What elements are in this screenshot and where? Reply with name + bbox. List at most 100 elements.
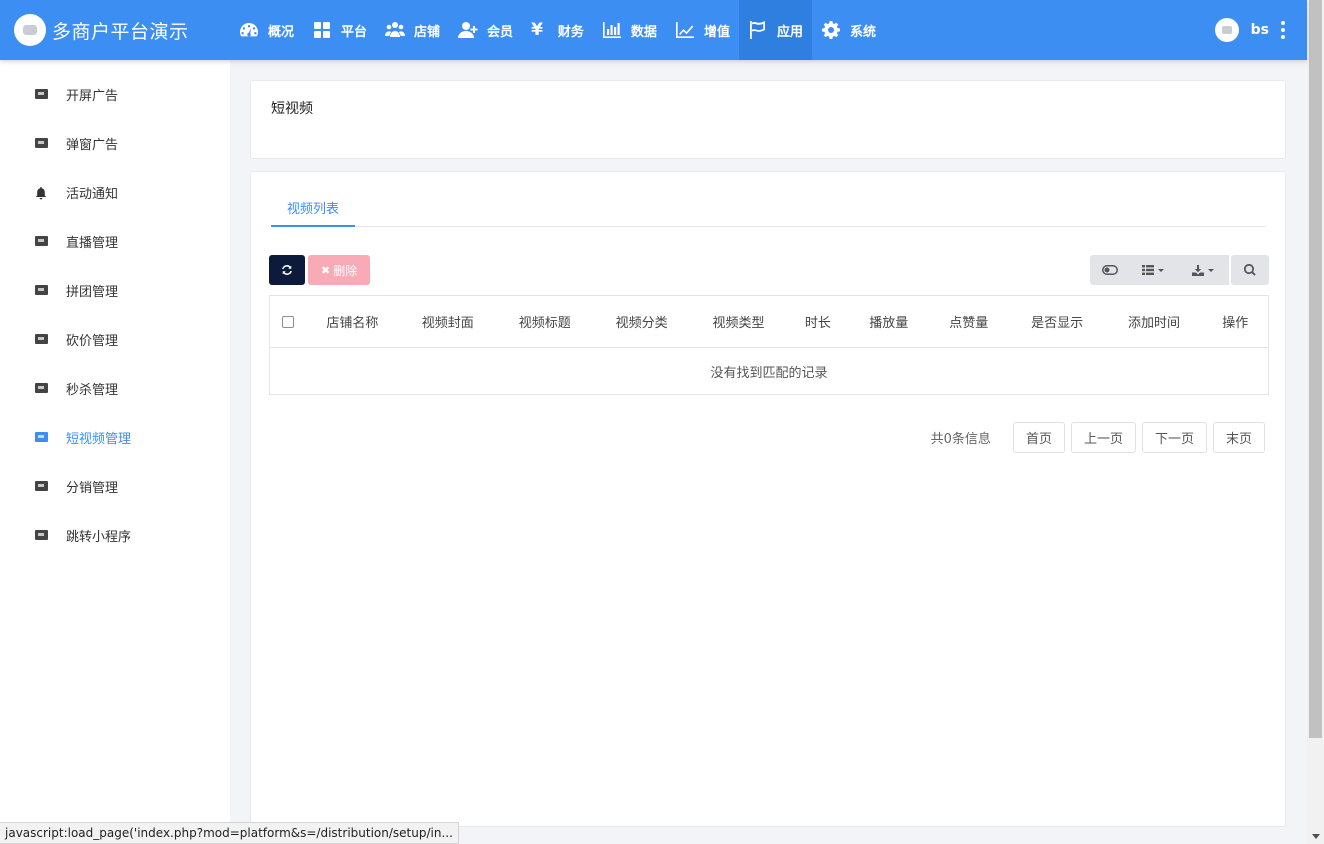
nav-item-platform[interactable]: 平台 — [303, 0, 376, 60]
sidebar-item-live[interactable]: 直播管理 — [0, 217, 230, 266]
flag-icon — [749, 21, 765, 39]
nav-item-system[interactable]: 系统 — [812, 0, 885, 60]
select-all-checkbox[interactable] — [281, 315, 294, 328]
refresh-button[interactable] — [269, 255, 305, 285]
dashboard-icon — [240, 23, 258, 37]
toolbar-right — [1090, 255, 1269, 285]
browser-status-bar: javascript:load_page('index.php?mod=plat… — [0, 822, 459, 844]
delete-button[interactable]: ✖ 删除 — [308, 255, 371, 285]
sidebar-item-short-video[interactable]: 短视频管理 — [0, 413, 230, 462]
chevron-down-icon — [1157, 268, 1164, 272]
first-page-button[interactable]: 首页 — [1012, 422, 1065, 453]
column-header[interactable]: 点赞量 — [928, 295, 1009, 348]
ad-icon — [35, 236, 48, 247]
table-header-row: 店铺名称 视频封面 视频标题 视频分类 视频类型 时长 播放量 点赞量 是否显示… — [269, 295, 1269, 348]
sidebar-item-label: 活动通知 — [66, 187, 119, 202]
top-bar: 多商户平台演示 概况 平台 店铺 会员 ¥ 财务 数据 增值 应用 系统 bs — [0, 0, 1307, 60]
download-icon — [1191, 264, 1204, 276]
user-name: bs — [1250, 22, 1269, 38]
users-icon — [385, 22, 406, 37]
refresh-icon — [282, 265, 292, 275]
bell-icon — [35, 187, 48, 200]
prev-page-button[interactable]: 上一页 — [1070, 422, 1136, 453]
nav-label: 平台 — [341, 24, 368, 40]
main-nav: 概况 平台 店铺 会员 ¥ 财务 数据 增值 应用 系统 — [230, 0, 885, 60]
sidebar-item-label: 直播管理 — [66, 236, 119, 251]
last-page-button[interactable]: 末页 — [1212, 422, 1265, 453]
nav-item-apps[interactable]: 应用 — [738, 0, 812, 60]
sidebar-item-activity-notice[interactable]: 活动通知 — [0, 168, 230, 217]
nav-label: 会员 — [487, 24, 514, 40]
search-icon — [1244, 264, 1256, 276]
column-header[interactable]: 时长 — [786, 295, 849, 348]
toggle-view-button[interactable] — [1090, 255, 1129, 285]
ad-icon — [35, 285, 48, 296]
user-menu[interactable]: bs — [1214, 14, 1285, 46]
sidebar-item-label: 跳转小程序 — [66, 530, 132, 545]
nav-label: 店铺 — [414, 24, 441, 40]
sidebar-item-bargain[interactable]: 砍价管理 — [0, 315, 230, 364]
page-title: 短视频 — [271, 101, 313, 117]
search-button[interactable] — [1231, 255, 1269, 285]
next-page-button[interactable]: 下一页 — [1141, 422, 1207, 453]
page-header-panel: 短视频 — [250, 80, 1286, 159]
columns-button[interactable] — [1129, 255, 1176, 285]
column-header[interactable]: 播放量 — [848, 295, 929, 348]
brand-logo — [14, 14, 46, 46]
toggle-icon — [1101, 265, 1118, 275]
nav-label: 应用 — [776, 24, 803, 40]
sidebar-item-label: 秒杀管理 — [66, 383, 119, 398]
page-scrollbar[interactable] — [1307, 0, 1324, 844]
column-header[interactable]: 视频类型 — [690, 295, 787, 348]
yen-icon: ¥ — [531, 20, 543, 40]
user-plus-icon — [458, 22, 478, 38]
scroll-down-arrow-icon[interactable] — [1312, 834, 1320, 839]
column-header[interactable]: 操作 — [1202, 295, 1269, 348]
nav-label: 系统 — [849, 24, 876, 40]
sidebar-item-mini-program[interactable]: 跳转小程序 — [0, 511, 230, 560]
video-list-panel: 视频列表 ✖ 删除 店铺名称 视频封面 视频标题 视频分类 视频类型 时长 播放… — [250, 171, 1286, 827]
nav-item-value-added[interactable]: 增值 — [666, 0, 739, 60]
table-row: 没有找到匹配的记录 — [270, 348, 1269, 395]
scrollbar-thumb[interactable] — [1309, 0, 1322, 738]
sidebar-item-label: 短视频管理 — [66, 432, 132, 447]
ad-icon — [35, 481, 48, 492]
tab-video-list[interactable]: 视频列表 — [271, 191, 356, 227]
column-header[interactable]: 视频封面 — [399, 295, 497, 348]
nav-item-members[interactable]: 会员 — [449, 0, 522, 60]
sidebar-item-splash-ad[interactable]: 开屏广告 — [0, 70, 230, 119]
nav-item-data[interactable]: 数据 — [593, 0, 666, 60]
column-header[interactable]: 店铺名称 — [305, 295, 400, 348]
avatar — [1214, 18, 1239, 42]
nav-label: 增值 — [703, 24, 730, 40]
ad-icon — [35, 383, 48, 394]
export-button[interactable] — [1176, 255, 1229, 285]
column-header[interactable]: 是否显示 — [1008, 295, 1106, 348]
more-menu-icon[interactable] — [1281, 21, 1285, 39]
nav-label: 概况 — [268, 24, 295, 40]
nav-item-finance[interactable]: ¥ 财务 — [522, 0, 593, 60]
chevron-down-icon — [1207, 268, 1214, 272]
bar-chart-icon — [602, 22, 621, 38]
sidebar-item-label: 砍价管理 — [66, 334, 119, 349]
select-all-checkbox-cell[interactable] — [269, 295, 306, 348]
close-icon: ✖ — [321, 263, 331, 277]
brand-title: 多商户平台演示 — [52, 20, 189, 43]
sidebar: 开屏广告 弹窗广告 活动通知 直播管理 拼团管理 砍价管理 秒杀管理 短视频管理… — [0, 60, 230, 844]
sidebar-item-label: 分销管理 — [66, 481, 119, 496]
sidebar-item-label: 开屏广告 — [66, 89, 119, 104]
nav-item-shops[interactable]: 店铺 — [376, 0, 449, 60]
column-header[interactable]: 视频分类 — [593, 295, 691, 348]
column-header[interactable]: 视频标题 — [496, 295, 594, 348]
nav-item-overview[interactable]: 概况 — [230, 0, 303, 60]
ad-icon — [35, 89, 48, 100]
gear-icon — [821, 21, 840, 39]
sidebar-item-group-buy[interactable]: 拼团管理 — [0, 266, 230, 315]
sidebar-item-label: 弹窗广告 — [66, 138, 119, 153]
list-icon — [1141, 265, 1154, 275]
column-header[interactable]: 添加时间 — [1105, 295, 1203, 348]
sidebar-item-flash-sale[interactable]: 秒杀管理 — [0, 364, 230, 413]
sidebar-item-distribution[interactable]: 分销管理 — [0, 462, 230, 511]
sidebar-item-popup-ad[interactable]: 弹窗广告 — [0, 119, 230, 168]
brand[interactable]: 多商户平台演示 — [14, 14, 189, 46]
